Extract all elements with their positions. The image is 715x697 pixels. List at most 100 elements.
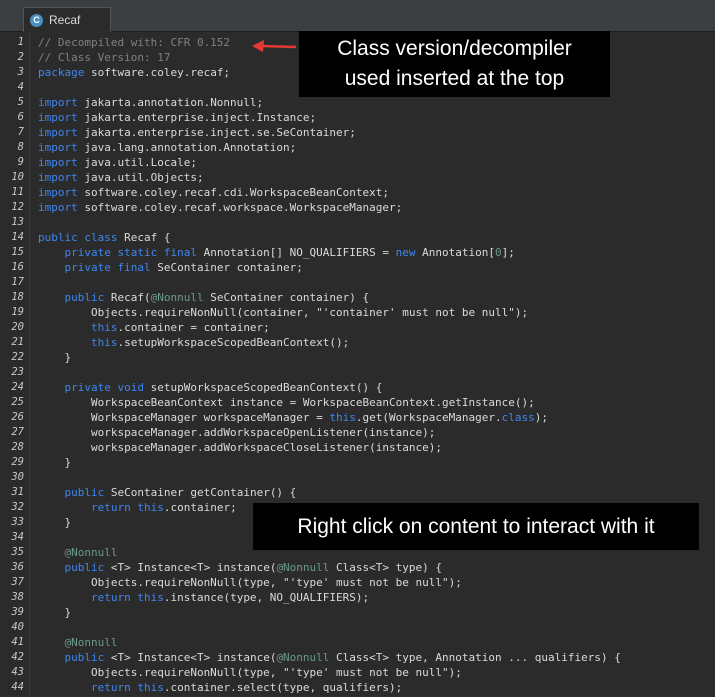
line-number: 19 [11, 306, 24, 318]
line-number: 22 [11, 351, 24, 363]
code-line[interactable]: 11 import software.coley.recaf.cdi.Worksp… [0, 185, 715, 200]
line-number: 43 [11, 666, 24, 678]
code-text[interactable]: import java.util.Locale; [38, 155, 197, 170]
line-number: 37 [11, 576, 24, 588]
code-line[interactable]: 18 public Recaf(@Nonnull SeContainer con… [0, 290, 715, 305]
code-text[interactable]: public <T> Instance<T> instance(@Nonnull… [38, 650, 621, 665]
code-text[interactable]: @Nonnull [38, 635, 118, 650]
callout-version-info: Class version/decompiler used inserted a… [299, 31, 610, 97]
code-text[interactable]: import jakarta.enterprise.inject.se.SeCo… [38, 125, 356, 140]
code-line[interactable]: 31 public SeContainer getContainer() { [0, 485, 715, 500]
code-line[interactable]: 9 import java.util.Locale; [0, 155, 715, 170]
code-line[interactable]: 22 } [0, 350, 715, 365]
code-line[interactable]: 39 } [0, 605, 715, 620]
code-text[interactable]: } [38, 515, 71, 530]
code-text[interactable]: import java.lang.annotation.Annotation; [38, 140, 296, 155]
line-number: 16 [11, 261, 24, 273]
code-text[interactable]: Objects.requireNonNull(container, "'cont… [38, 305, 528, 320]
code-editor[interactable]: 1 // Decompiled with: CFR 0.152 2 // Class … [0, 33, 715, 697]
code-text[interactable]: } [38, 455, 71, 470]
line-number: 26 [11, 411, 24, 423]
line-number: 5 [17, 96, 24, 108]
code-text[interactable]: import software.coley.recaf.workspace.Wo… [38, 200, 402, 215]
line-number: 11 [11, 186, 24, 198]
code-line[interactable]: 26 WorkspaceManager workspaceManager = t… [0, 410, 715, 425]
tab-label: Recaf [49, 13, 81, 27]
line-number: 24 [11, 381, 24, 393]
code-line[interactable]: 8 import java.lang.annotation.Annotation; [0, 140, 715, 155]
line-number: 35 [11, 546, 24, 558]
line-number: 33 [11, 516, 24, 528]
code-line[interactable]: 42 public <T> Instance<T> instance(@Nonn… [0, 650, 715, 665]
code-text[interactable]: private static final Annotation[] NO_QUA… [38, 245, 515, 260]
line-number: 1 [17, 36, 24, 48]
code-text[interactable]: import software.coley.recaf.cdi.Workspac… [38, 185, 389, 200]
code-text[interactable]: @Nonnull [38, 545, 118, 560]
code-line[interactable]: 28 workspaceManager.addWorkspaceCloseLis… [0, 440, 715, 455]
code-text[interactable]: import jakarta.annotation.Nonnull; [38, 95, 263, 110]
code-line[interactable]: 20 this.container = container; [0, 320, 715, 335]
code-line[interactable]: 6 import jakarta.enterprise.inject.Instan… [0, 110, 715, 125]
code-text[interactable]: workspaceManager.addWorkspaceOpenListene… [38, 425, 435, 440]
code-text[interactable]: // Decompiled with: CFR 0.152 [38, 35, 230, 50]
code-line[interactable]: 19 Objects.requireNonNull(container, "'c… [0, 305, 715, 320]
line-number: 3 [17, 66, 24, 78]
code-text[interactable]: Objects.requireNonNull(type, "'type' mus… [38, 665, 462, 680]
code-line[interactable]: 36 public <T> Instance<T> instance(@Nonn… [0, 560, 715, 575]
code-line[interactable]: 44 return this.container.select(type, qu… [0, 680, 715, 695]
code-line[interactable]: 17 [0, 275, 715, 290]
code-text[interactable]: // Class Version: 17 [38, 50, 170, 65]
code-text[interactable]: workspaceManager.addWorkspaceCloseListen… [38, 440, 442, 455]
code-text[interactable]: Objects.requireNonNull(type, "'type' mus… [38, 575, 462, 590]
line-number: 9 [17, 156, 24, 168]
code-line[interactable]: 40 [0, 620, 715, 635]
code-text[interactable]: import jakarta.enterprise.inject.Instanc… [38, 110, 316, 125]
code-line[interactable]: 13 [0, 215, 715, 230]
code-line[interactable]: 27 workspaceManager.addWorkspaceOpenList… [0, 425, 715, 440]
tab-recaf[interactable]: C Recaf [23, 7, 111, 32]
code-line[interactable]: 41 @Nonnull [0, 635, 715, 650]
code-text[interactable]: WorkspaceBeanContext instance = Workspac… [38, 395, 535, 410]
code-text[interactable]: WorkspaceManager workspaceManager = this… [38, 410, 548, 425]
code-line[interactable]: 10 import java.util.Objects; [0, 170, 715, 185]
line-number: 44 [11, 681, 24, 693]
code-line[interactable]: 5 import jakarta.annotation.Nonnull; [0, 95, 715, 110]
code-text[interactable]: public <T> Instance<T> instance(@Nonnull… [38, 560, 443, 575]
code-text[interactable]: return this.container; [38, 500, 237, 515]
code-line[interactable]: 37 Objects.requireNonNull(type, "'type' … [0, 575, 715, 590]
line-number: 15 [11, 246, 24, 258]
code-text[interactable]: private final SeContainer container; [38, 260, 303, 275]
code-line[interactable]: 43 Objects.requireNonNull(type, "'type' … [0, 665, 715, 680]
code-line[interactable]: 15 private static final Annotation[] NO_… [0, 245, 715, 260]
code-text[interactable]: } [38, 605, 71, 620]
code-text[interactable]: this.setupWorkspaceScopedBeanContext(); [38, 335, 349, 350]
code-text[interactable]: public Recaf(@Nonnull SeContainer contai… [38, 290, 370, 305]
code-line[interactable]: 14 public class Recaf { [0, 230, 715, 245]
code-text[interactable]: return this.instance(type, NO_QUALIFIERS… [38, 590, 369, 605]
line-number: 12 [11, 201, 24, 213]
code-text[interactable]: private void setupWorkspaceScopedBeanCon… [38, 380, 383, 395]
code-line[interactable]: 21 this.setupWorkspaceScopedBeanContext(… [0, 335, 715, 350]
code-text[interactable]: return this.container.select(type, quali… [38, 680, 402, 695]
code-text[interactable]: public SeContainer getContainer() { [38, 485, 297, 500]
code-line[interactable]: 29 } [0, 455, 715, 470]
code-line[interactable]: 25 WorkspaceBeanContext instance = Works… [0, 395, 715, 410]
line-number: 40 [11, 621, 24, 633]
code-text[interactable]: this.container = container; [38, 320, 270, 335]
line-number: 23 [11, 366, 24, 378]
line-number: 29 [11, 456, 24, 468]
arrow-icon [252, 40, 297, 52]
line-number: 20 [11, 321, 24, 333]
code-line[interactable]: 24 private void setupWorkspaceScopedBean… [0, 380, 715, 395]
line-number: 42 [11, 651, 24, 663]
code-line[interactable]: 30 [0, 470, 715, 485]
code-text[interactable]: package software.coley.recaf; [38, 65, 230, 80]
code-line[interactable]: 12 import software.coley.recaf.workspace.… [0, 200, 715, 215]
code-text[interactable]: public class Recaf { [38, 230, 170, 245]
code-line[interactable]: 38 return this.instance(type, NO_QUALIFI… [0, 590, 715, 605]
code-text[interactable]: } [38, 350, 71, 365]
code-line[interactable]: 16 private final SeContainer container; [0, 260, 715, 275]
code-line[interactable]: 7 import jakarta.enterprise.inject.se.SeC… [0, 125, 715, 140]
code-text[interactable]: import java.util.Objects; [38, 170, 204, 185]
code-line[interactable]: 23 [0, 365, 715, 380]
